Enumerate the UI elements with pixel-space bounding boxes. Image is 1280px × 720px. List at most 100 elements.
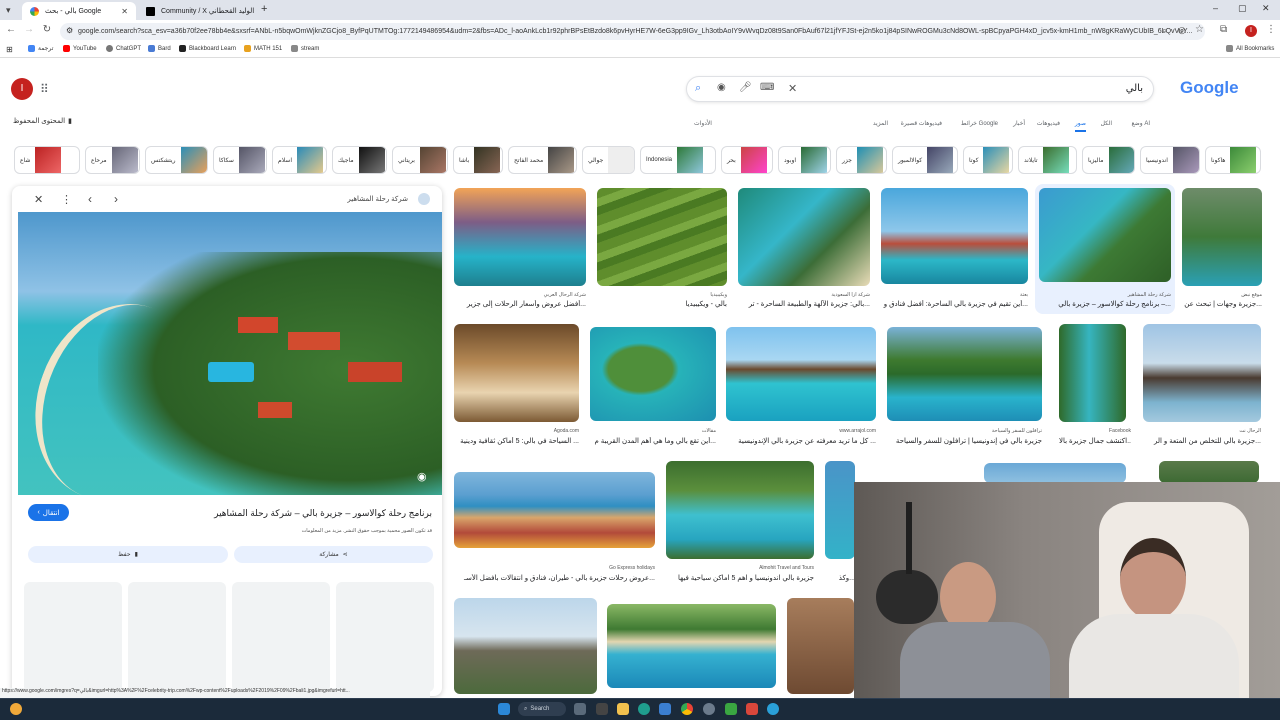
result-title[interactable]: برنامج رحلة كوالاسور – جزيرة بالي –... [1039,300,1171,308]
account-avatar[interactable]: I [11,78,33,100]
chip[interactable]: ماليزيا [1082,146,1135,174]
maximize-icon[interactable]: ▢ [1238,3,1247,14]
close-window-icon[interactable]: ✕ [1262,3,1270,14]
tab-google-bali[interactable]: بالي - بحث Google ✕ [22,2,136,20]
tab-ai-mode[interactable]: وضع AI [1131,120,1150,127]
reload-icon[interactable]: ↻ [40,24,54,35]
chip[interactable]: جزر [836,146,887,174]
result-title[interactable]: بالي: جزيرة الآلهة والطبيعة الساحرة - تر… [738,300,870,308]
saved-content-link[interactable]: المحتوى المحفوظ ▮ [13,117,72,125]
tools-button[interactable]: الأدوات [694,120,712,127]
result-image[interactable] [454,598,597,694]
chip[interactable]: اندونيسيا [1140,146,1200,174]
folder-icon[interactable] [617,703,629,715]
chrome-icon[interactable] [681,703,693,715]
result-image[interactable] [1182,188,1262,286]
result-title[interactable]: بالي - ويكيبيديا [597,300,727,308]
back-icon[interactable]: ← [4,24,18,35]
result-title[interactable]: جزيرة بالي في إندونيسيا | ترافلون للسفر … [887,437,1042,445]
edge-icon[interactable] [638,703,650,715]
result-title[interactable]: جزيرة وجهات | تبحث عن... [1182,300,1262,308]
all-bookmarks[interactable]: All Bookmarks [1226,45,1274,52]
chip[interactable]: هاكونا [1205,146,1261,174]
chip[interactable]: بحر [721,146,773,174]
image-title[interactable]: برنامج رحلة كوالاسور – جزيرة بالي – شركة… [214,508,432,519]
new-tab-button[interactable]: + [261,3,267,15]
lens-search-icon[interactable]: ◉ [417,470,427,483]
chip[interactable]: شاع [14,146,80,174]
settings-icon[interactable] [703,703,715,715]
more-options-icon[interactable]: ⋮ [61,193,72,206]
search-box[interactable]: ⌕ ◉ 🎤︎ ⌨ ✕ بالي [686,76,1154,102]
result-image[interactable] [984,463,1126,483]
tab-more[interactable]: المزيد [873,120,888,127]
bookmark-math151[interactable]: MATH 151 [244,45,282,52]
result-image[interactable] [887,327,1042,421]
tab-all[interactable]: الكل [1101,120,1112,127]
visit-button[interactable]: ‹ انتقال [28,504,69,521]
result-title[interactable]: جزيرة بالي للتخلص من المتعة و الر... [1143,437,1261,445]
forward-icon[interactable]: → [22,24,36,35]
store-icon[interactable] [659,703,671,715]
bookmark-blackboard[interactable]: Blackboard Learn [179,45,236,52]
google-logo[interactable]: Google [1180,78,1239,98]
profile-avatar[interactable]: I [1245,25,1257,37]
result-image[interactable] [1143,324,1261,422]
chip[interactable]: بريتاني [392,146,448,174]
result-title[interactable]: عروض رحلات جزيرة بالي - طيران، فنادق و ا… [454,574,655,582]
source-name[interactable]: شركة رحلة المشاهير [347,195,408,203]
result-image[interactable] [738,188,870,286]
menu-kebab-icon[interactable]: ⋮ [1266,24,1276,35]
result-image[interactable] [454,324,579,422]
weather-icon[interactable] [10,703,22,715]
chip[interactable]: باشا [453,146,503,174]
result-image[interactable] [1059,324,1126,422]
result-image[interactable] [726,327,876,421]
tab-news[interactable]: أخبار [1013,120,1025,127]
close-tab-icon[interactable]: ✕ [121,7,128,16]
bookmark-chatgpt[interactable]: ChatGPT [106,45,141,52]
save-button[interactable]: حفظ ▮ [28,546,228,563]
result-title[interactable]: اكتشف جمال جزيرة بالا... [1059,437,1131,445]
tab-search-icon[interactable]: ▾ [6,5,11,16]
clear-icon[interactable]: ✕ [788,82,797,95]
result-image[interactable] [825,461,855,559]
previous-icon[interactable]: ‹ [88,192,92,206]
chip[interactable]: اوبود [778,146,831,174]
bookmark-stream[interactable]: stream [291,45,319,52]
result-title[interactable]: وكذ... [825,574,855,582]
telegram-icon[interactable] [767,703,779,715]
tab-images[interactable]: صور [1074,120,1086,132]
chip[interactable]: جوالي [582,146,635,174]
app-icon-red[interactable] [746,703,758,715]
chip[interactable]: محمد الفاتح [508,146,577,174]
taskbar-search[interactable]: ⌕ Search [518,702,566,716]
result-image[interactable] [881,188,1028,284]
result-image[interactable] [597,188,727,286]
result-title[interactable]: السياحة في بالي: 5 أماكن ثقافية ودينية .… [454,437,579,445]
chip[interactable]: اسلام [272,146,327,174]
tab-shorts[interactable]: فيديوهات قصيرة [901,120,942,127]
result-title[interactable]: كل ما تريد معرفته عن جزيرة بالي الإندوني… [726,437,876,445]
result-image[interactable] [1039,188,1171,282]
zoom-icon[interactable]: ⌕ [1162,25,1167,36]
tab-x-community[interactable]: Community / X الوليد القحطاني ✕ [138,2,258,20]
app-icon-k[interactable] [725,703,737,715]
keyboard-icon[interactable]: ⌨ [760,82,774,93]
chip[interactable]: كوتا [963,146,1013,174]
search-icon[interactable]: ⌕ [695,82,701,95]
chip[interactable]: تايلاند [1018,146,1077,174]
result-title[interactable]: أين تقيم في جزيرة بالي الساحرة: أفضل فنا… [881,300,1028,308]
result-title[interactable]: جزيرة بالي اندونيسيا و اهم 5 اماكن سياحي… [666,574,814,582]
chip[interactable]: ماجيك [332,146,387,174]
eye-off-icon[interactable]: ◎ [1178,25,1186,36]
bookmark-star-icon[interactable]: ☆ [1195,24,1204,35]
extensions-icon[interactable]: ⧉ [1220,24,1227,35]
result-image[interactable] [666,461,814,559]
result-title[interactable]: أين تقع بالي وما هي أهم المدن القريبة م.… [590,437,716,445]
explorer-icon[interactable] [596,703,608,715]
bookmark-youtube[interactable]: YouTube [63,45,97,52]
result-image[interactable] [787,598,854,694]
mic-icon[interactable]: 🎤︎ [739,82,752,93]
bookmark-bard[interactable]: Bard [148,45,171,52]
